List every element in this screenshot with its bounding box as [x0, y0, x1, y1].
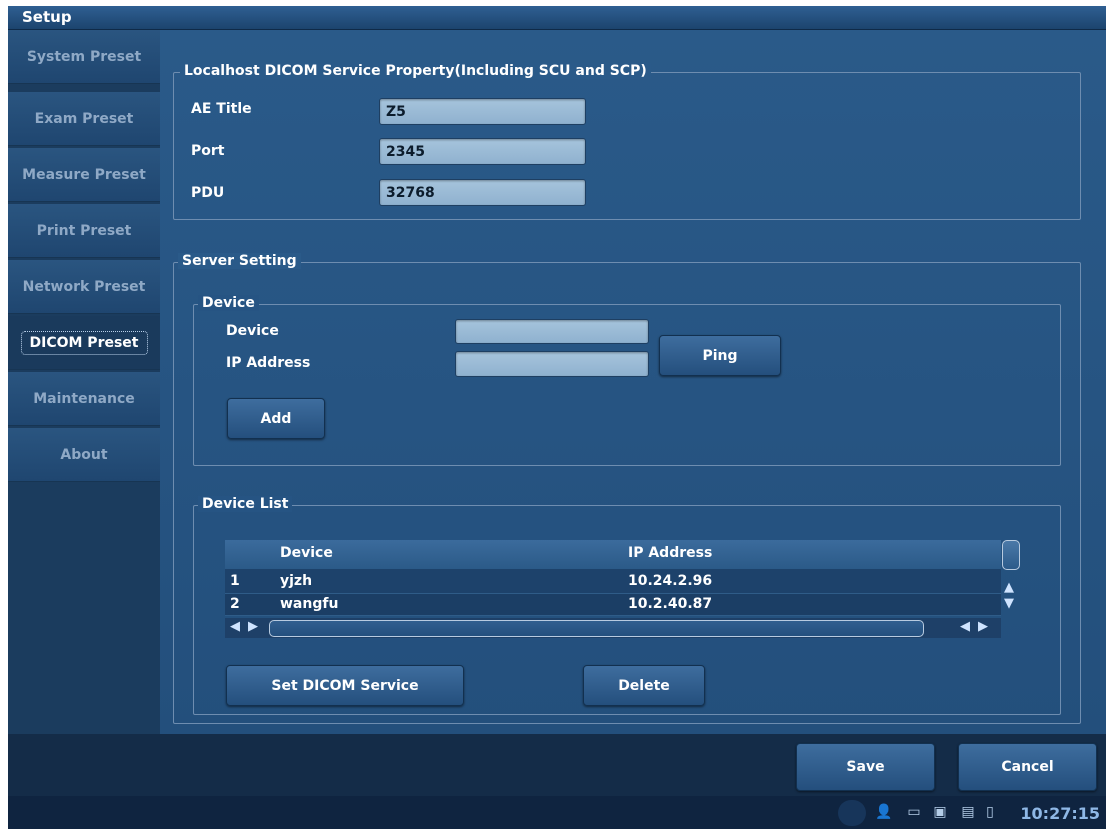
sidebar: System Preset Exam Preset Measure Preset…: [8, 30, 160, 734]
status-orb-icon: [838, 800, 866, 826]
add-button[interactable]: Add: [227, 398, 325, 439]
vertical-scrollbar[interactable]: ▲ ▼: [1001, 540, 1021, 620]
scroll-up-icon[interactable]: ▲: [1004, 580, 1014, 595]
vertical-scroll-thumb[interactable]: [1002, 540, 1020, 570]
column-header-ip-address[interactable]: IP Address: [628, 545, 712, 561]
monitor-icon[interactable]: ▤: [958, 802, 978, 822]
table-row[interactable]: 2 wangfu 10.2.40.87: [225, 594, 1001, 616]
server-setting-legend: Server Setting: [178, 253, 301, 269]
device-group-legend: Device: [198, 295, 259, 311]
sidebar-item-maintenance[interactable]: Maintenance: [8, 372, 160, 426]
window-title: Setup: [22, 8, 72, 26]
sidebar-item-network-preset[interactable]: Network Preset: [8, 260, 160, 314]
sidebar-item-label: Maintenance: [33, 390, 135, 407]
cancel-button[interactable]: Cancel: [958, 743, 1097, 791]
ae-title-label: AE Title: [191, 101, 252, 117]
printer-icon[interactable]: ▣: [930, 802, 950, 822]
scroll-right-icon[interactable]: ▶: [978, 619, 988, 634]
ae-title-input[interactable]: Z5: [379, 98, 586, 125]
row-ip: 10.24.2.96: [628, 573, 713, 589]
sidebar-item-label: About: [60, 446, 108, 463]
ip-address-label: IP Address: [226, 355, 311, 371]
sidebar-item-print-preset[interactable]: Print Preset: [8, 204, 160, 258]
sidebar-item-system-preset[interactable]: System Preset: [8, 30, 160, 84]
scroll-down-icon[interactable]: ▼: [1004, 596, 1014, 611]
server-setting-group: Server Setting Device Device IP Address …: [173, 253, 1081, 724]
delete-button[interactable]: Delete: [583, 665, 705, 706]
table-row[interactable]: 1 yjzh 10.24.2.96: [225, 569, 1001, 594]
bottom-bar: Save Cancel: [8, 734, 1106, 796]
status-bar: 👤 ▭ ▣ ▤ ▯ 10:27:15: [8, 796, 1106, 829]
row-index: 2: [230, 596, 240, 612]
row-device: yjzh: [280, 573, 313, 589]
pdu-input[interactable]: 32768: [379, 179, 586, 206]
scroll-right-icon[interactable]: ▶: [248, 619, 258, 634]
horizontal-scrollbar[interactable]: ◀ ▶ ◀ ▶: [225, 618, 1001, 638]
clock: 10:27:15: [1020, 804, 1100, 823]
sidebar-item-label: Print Preset: [36, 222, 132, 239]
device-list-group: Device List Device IP Address 1 yjzh 10.…: [193, 496, 1061, 715]
set-dicom-service-button[interactable]: Set DICOM Service: [226, 665, 464, 706]
device-table: Device IP Address 1 yjzh 10.24.2.96 2 wa…: [225, 540, 1025, 652]
storage-icon[interactable]: ▯: [980, 802, 1000, 822]
row-device: wangfu: [280, 596, 339, 612]
sidebar-item-label: Exam Preset: [34, 110, 134, 127]
device-list-legend: Device List: [198, 496, 293, 512]
sidebar-item-measure-preset[interactable]: Measure Preset: [8, 148, 160, 202]
localhost-group-legend: Localhost DICOM Service Property(Includi…: [180, 63, 651, 79]
scroll-left-icon[interactable]: ◀: [960, 619, 970, 634]
port-input[interactable]: 2345: [379, 138, 586, 165]
localhost-dicom-group: Localhost DICOM Service Property(Includi…: [173, 63, 1081, 220]
title-bar: Setup: [8, 6, 1106, 30]
port-label: Port: [191, 143, 225, 159]
setup-window: Setup System Preset Exam Preset Measure …: [8, 6, 1106, 829]
dicom-preset-panel: Localhost DICOM Service Property(Includi…: [160, 30, 1106, 734]
device-group: Device Device IP Address Ping Add: [193, 295, 1061, 466]
ping-button[interactable]: Ping: [659, 335, 781, 376]
network-icon[interactable]: ▭: [904, 802, 924, 822]
sidebar-item-label: DICOM Preset: [20, 330, 148, 355]
ip-address-input[interactable]: [455, 351, 649, 377]
column-header-device[interactable]: Device: [280, 545, 333, 561]
sidebar-item-label: System Preset: [26, 48, 142, 65]
user-icon[interactable]: 👤: [874, 802, 894, 822]
pdu-label: PDU: [191, 185, 225, 201]
device-label: Device: [226, 323, 279, 339]
row-index: 1: [230, 573, 240, 589]
sidebar-item-dicom-preset[interactable]: DICOM Preset: [8, 316, 160, 370]
horizontal-scroll-thumb[interactable]: [269, 620, 924, 637]
sidebar-item-about[interactable]: About: [8, 428, 160, 482]
save-button[interactable]: Save: [796, 743, 935, 791]
table-header: Device IP Address: [225, 540, 1001, 569]
row-ip: 10.2.40.87: [628, 596, 713, 612]
sidebar-item-exam-preset[interactable]: Exam Preset: [8, 92, 160, 146]
scroll-left-icon[interactable]: ◀: [230, 619, 240, 634]
device-input[interactable]: [455, 319, 649, 344]
sidebar-item-label: Measure Preset: [22, 166, 146, 183]
sidebar-item-label: Network Preset: [22, 278, 146, 295]
